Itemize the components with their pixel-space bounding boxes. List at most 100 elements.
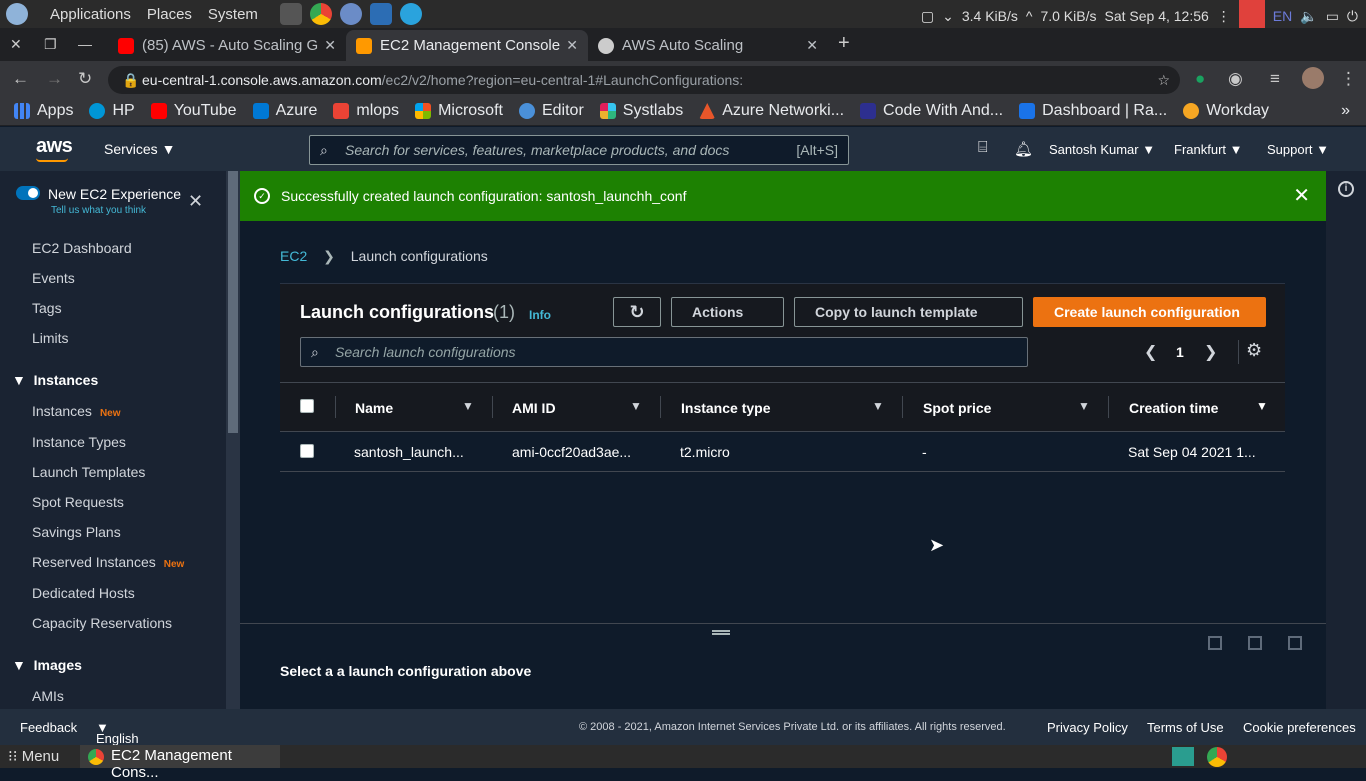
bookmark-code-with-android[interactable]: Code With And... xyxy=(860,102,1003,120)
new-tab-icon[interactable]: + xyxy=(838,32,850,55)
bookmark-hp[interactable]: HP xyxy=(89,102,135,120)
row-checkbox[interactable] xyxy=(300,444,314,458)
select-all-checkbox[interactable] xyxy=(300,399,314,413)
sidebar-item-capacity-reservations[interactable]: Capacity Reservations xyxy=(32,615,172,631)
sidebar-item-limits[interactable]: Limits xyxy=(32,330,69,346)
panel-position-side-icon[interactable] xyxy=(1248,636,1262,650)
bookmark-youtube[interactable]: YouTube xyxy=(150,102,237,120)
os-menu-system[interactable]: System xyxy=(208,6,258,23)
forward-icon[interactable]: → xyxy=(46,69,63,89)
window-close-icon[interactable]: ✕ xyxy=(10,36,22,53)
bookmark-mlops[interactable]: mlops xyxy=(333,102,399,120)
extension-icon[interactable]: ◉ xyxy=(1228,69,1243,89)
back-icon[interactable]: ← xyxy=(12,69,29,89)
flash-close-icon[interactable]: ✕ xyxy=(1293,171,1310,221)
search-launch-configurations-input[interactable]: ⌕ Search launch configurations xyxy=(300,337,1028,367)
tab-ec2-console[interactable]: EC2 Management Console ✕ xyxy=(346,30,588,61)
current-page[interactable]: 1 xyxy=(1176,344,1184,360)
sort-icon[interactable]: ▼ xyxy=(1078,399,1090,413)
os-menu-applications[interactable]: Applications xyxy=(50,6,131,23)
region-menu[interactable]: Frankfurt ▼ xyxy=(1174,142,1243,157)
terminal-launcher-icon[interactable] xyxy=(279,3,302,25)
cloudshell-icon[interactable]: ⌸ xyxy=(978,139,988,157)
anydesk-tray-icon[interactable] xyxy=(1238,0,1265,28)
tab-youtube[interactable]: (85) AWS - Auto Scaling G ✕ xyxy=(108,30,346,61)
settings-launcher-icon[interactable] xyxy=(339,3,362,25)
table-row[interactable]: santosh_launch... ami-0ccf20ad3ae... t2.… xyxy=(280,431,1285,472)
bookmark-workday[interactable]: Workday xyxy=(1183,102,1269,120)
prev-page-icon[interactable]: ❮ xyxy=(1144,342,1157,362)
sidebar-item-events[interactable]: Events xyxy=(32,270,75,286)
bookmark-microsoft[interactable]: Microsoft xyxy=(415,102,503,120)
sidebar-section-images[interactable]: ▼ Images xyxy=(12,657,82,673)
window-list-icon[interactable]: ▭ xyxy=(1326,8,1339,25)
terms-of-use-link[interactable]: Terms of Use xyxy=(1147,720,1224,735)
sidebar-scrollbar[interactable] xyxy=(226,171,240,709)
refresh-button[interactable]: ↻ xyxy=(613,297,661,327)
vscode-launcher-icon[interactable] xyxy=(369,3,392,25)
sidebar-item-instance-types[interactable]: Instance Types xyxy=(32,434,126,450)
bookmark-apps[interactable]: Apps xyxy=(14,102,73,120)
window-restore-icon[interactable]: ❐ xyxy=(44,36,57,53)
sidebar-item-tags[interactable]: Tags xyxy=(32,300,62,316)
bell-icon[interactable]: 🔔︎ xyxy=(1014,140,1033,158)
distro-logo-icon[interactable] xyxy=(6,3,28,25)
sidebar-section-instances[interactable]: ▼ Instances xyxy=(12,372,98,388)
window-minimize-icon[interactable]: — xyxy=(78,36,92,52)
bookmark-editor[interactable]: Editor xyxy=(518,102,584,120)
language-select[interactable]: English (US) ▼ xyxy=(96,720,139,761)
support-menu[interactable]: Support ▼ xyxy=(1267,142,1329,157)
sidebar-item-ec2-dashboard[interactable]: EC2 Dashboard xyxy=(32,240,132,256)
address-bar[interactable]: 🔒 eu-central-1.console.aws.amazon.com/ec… xyxy=(108,66,1180,94)
sidebar-item-dedicated-hosts[interactable]: Dedicated Hosts xyxy=(32,585,135,601)
chrome-launcher-icon[interactable] xyxy=(309,3,332,25)
bookmark-star-icon[interactable]: ☆ xyxy=(1157,66,1170,94)
tab-auto-scaling[interactable]: AWS Auto Scaling ✕ xyxy=(588,30,828,61)
column-header-spot-price[interactable]: Spot price xyxy=(923,400,991,416)
aws-logo[interactable]: aws xyxy=(36,135,73,158)
sidebar-item-spot-requests[interactable]: Spot Requests xyxy=(32,494,124,510)
panel-hide-icon[interactable] xyxy=(1288,636,1302,650)
lock-icon[interactable]: 🔒 xyxy=(122,66,139,94)
column-header-creation-time[interactable]: Creation time xyxy=(1129,400,1218,416)
clock[interactable]: Sat Sep 4, 12:56 xyxy=(1104,8,1208,24)
panel-position-bottom-icon[interactable] xyxy=(1208,636,1222,650)
profile-avatar[interactable] xyxy=(1302,67,1324,89)
menu-dots-icon[interactable]: ⋮ xyxy=(1217,8,1231,25)
create-launch-configuration-button[interactable]: Create launch configuration xyxy=(1033,297,1266,327)
info-link[interactable]: Info xyxy=(529,308,551,322)
sidebar-item-reserved-instances[interactable]: Reserved Instances New xyxy=(32,554,184,570)
reload-icon[interactable]: ↻ xyxy=(78,69,92,89)
cookie-preferences-link[interactable]: Cookie preferences xyxy=(1243,720,1356,735)
column-header-name[interactable]: Name xyxy=(355,400,393,416)
start-menu[interactable]: ⁝⁝ Menu xyxy=(8,747,59,765)
workspace-1[interactable] xyxy=(1172,747,1194,766)
feedback-link[interactable]: Tell us what you think xyxy=(51,205,146,216)
column-header-ami-id[interactable]: AMI ID xyxy=(512,400,556,416)
global-search-input[interactable]: ⌕ Search for services, features, marketp… xyxy=(309,135,849,165)
tab-close-icon[interactable]: ✕ xyxy=(806,37,818,54)
breadcrumb-ec2[interactable]: EC2 xyxy=(280,248,307,264)
bookmark-systlabs[interactable]: Systlabs xyxy=(599,102,683,120)
sort-icon[interactable]: ▼ xyxy=(462,399,474,413)
power-icon[interactable]: ⏻ xyxy=(1347,8,1358,25)
next-page-icon[interactable]: ❯ xyxy=(1204,342,1217,362)
taskbar-window-chrome[interactable]: EC2 Management Cons... xyxy=(80,745,280,781)
sidebar-item-launch-templates[interactable]: Launch Templates xyxy=(32,464,145,480)
telegram-launcher-icon[interactable] xyxy=(399,3,422,25)
more-bookmarks-icon[interactable]: » xyxy=(1341,102,1350,120)
keyboard-lang[interactable]: EN xyxy=(1273,8,1292,24)
services-menu[interactable]: Services ▼ xyxy=(104,141,175,157)
bookmark-azure-networking[interactable]: Azure Networki... xyxy=(699,102,844,120)
sidebar-item-savings-plans[interactable]: Savings Plans xyxy=(32,524,121,540)
settings-gear-icon[interactable]: ⚙ xyxy=(1246,340,1262,361)
sort-icon[interactable]: ▼ xyxy=(872,399,884,413)
browser-menu-icon[interactable]: ⋮ xyxy=(1340,69,1357,89)
actions-button[interactable]: Actions ▼ xyxy=(671,297,784,348)
chrome-tray-icon[interactable] xyxy=(1207,747,1227,767)
volume-icon[interactable]: 🔈 xyxy=(1300,8,1317,25)
column-header-instance-type[interactable]: Instance type xyxy=(681,400,770,416)
copy-to-launch-template-button[interactable]: Copy to launch template ▼ xyxy=(794,297,1023,348)
feedback-button[interactable]: Feedback xyxy=(20,720,77,735)
close-icon[interactable]: ✕ xyxy=(188,191,203,212)
